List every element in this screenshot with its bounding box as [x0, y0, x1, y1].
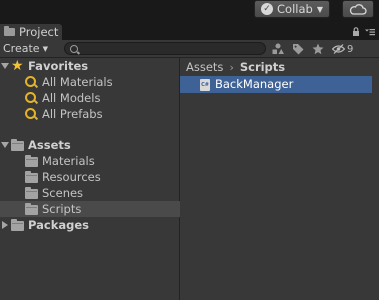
- eye-slash-icon: [332, 44, 345, 54]
- folder-icon: [25, 171, 38, 183]
- tree-item-label: Scripts: [42, 202, 82, 216]
- menu-icon[interactable]: [365, 28, 375, 36]
- check-icon: ✓: [261, 3, 274, 15]
- tree-item-label: All Models: [42, 91, 101, 105]
- folder-icon: [4, 26, 15, 36]
- folder-tree: ★ Favorites All Materials All Models All…: [0, 58, 180, 300]
- tree-item-packages[interactable]: Packages: [0, 217, 180, 233]
- folder-icon: [25, 187, 38, 199]
- folder-icon: [11, 139, 24, 151]
- tab-strip: Project: [0, 22, 379, 40]
- chevron-right-icon: ›: [229, 60, 234, 74]
- tab-project[interactable]: Project: [0, 24, 62, 40]
- search-icon: [25, 76, 36, 87]
- tree-item-label: Materials: [42, 154, 95, 168]
- folder-icon: [25, 155, 38, 167]
- project-toolbar: Create ▼ 9: [0, 40, 379, 58]
- tree-item-label: All Prefabs: [42, 107, 103, 121]
- search-input[interactable]: [64, 42, 266, 55]
- cs-script-icon: C#: [200, 79, 210, 91]
- folder-contents: Assets › Scripts C# BackManager: [180, 58, 379, 300]
- search-icon: [25, 92, 36, 103]
- breadcrumb: Assets › Scripts: [180, 58, 379, 76]
- breadcrumb-scripts[interactable]: Scripts: [240, 60, 285, 74]
- star-icon: ★: [11, 58, 24, 74]
- file-name: BackManager: [215, 77, 294, 91]
- tree-item-materials[interactable]: Materials: [0, 153, 180, 169]
- expand-arrow-icon[interactable]: [2, 221, 8, 229]
- create-label: Create: [3, 42, 40, 55]
- tree-item-all-models[interactable]: All Models: [0, 90, 180, 106]
- cloud-button[interactable]: [342, 0, 374, 18]
- tree-item-label: Packages: [28, 218, 89, 232]
- lock-icon[interactable]: [352, 27, 360, 36]
- filter-by-label-icon[interactable]: [292, 43, 304, 55]
- expand-arrow-icon[interactable]: [1, 142, 9, 148]
- folder-icon: [25, 203, 38, 215]
- list-item[interactable]: C# BackManager: [180, 76, 372, 93]
- favorite-star-icon[interactable]: [312, 43, 324, 55]
- expand-arrow-icon[interactable]: [1, 63, 9, 69]
- tree-item-label: Resources: [42, 170, 101, 184]
- tree-item-scenes[interactable]: Scenes: [0, 185, 180, 201]
- tree-item-all-materials[interactable]: All Materials: [0, 74, 180, 90]
- collab-label: Collab: [277, 2, 313, 16]
- filter-icons: 9: [272, 41, 353, 57]
- folder-icon: [11, 219, 24, 231]
- tab-controls: [352, 27, 375, 36]
- hidden-packages-toggle[interactable]: 9: [332, 44, 353, 55]
- tree-item-scripts[interactable]: Scripts: [0, 201, 180, 217]
- breadcrumb-assets[interactable]: Assets: [186, 60, 223, 74]
- tree-item-assets[interactable]: Assets: [0, 137, 180, 153]
- search-icon: [25, 108, 36, 119]
- collab-button[interactable]: ✓ Collab ▼: [254, 0, 330, 18]
- search-icon: [70, 45, 78, 53]
- tree-item-label: Favorites: [28, 59, 89, 73]
- tree-item-label: Assets: [28, 138, 71, 152]
- tree-item-label: All Materials: [42, 75, 113, 89]
- tree-item-label: Scenes: [42, 186, 84, 200]
- chevron-down-icon: ▼: [42, 44, 48, 53]
- create-button[interactable]: Create ▼: [3, 41, 48, 56]
- hidden-count: 9: [347, 43, 354, 55]
- top-toolbar: ✓ Collab ▼: [0, 0, 379, 22]
- cloud-icon: [349, 3, 367, 15]
- chevron-down-icon: ▼: [316, 4, 323, 14]
- tab-label: Project: [19, 25, 59, 39]
- tree-item-favorites[interactable]: ★ Favorites: [0, 58, 180, 74]
- tree-item-all-prefabs[interactable]: All Prefabs: [0, 106, 180, 122]
- tree-item-resources[interactable]: Resources: [0, 169, 180, 185]
- filter-by-type-icon[interactable]: [272, 43, 284, 55]
